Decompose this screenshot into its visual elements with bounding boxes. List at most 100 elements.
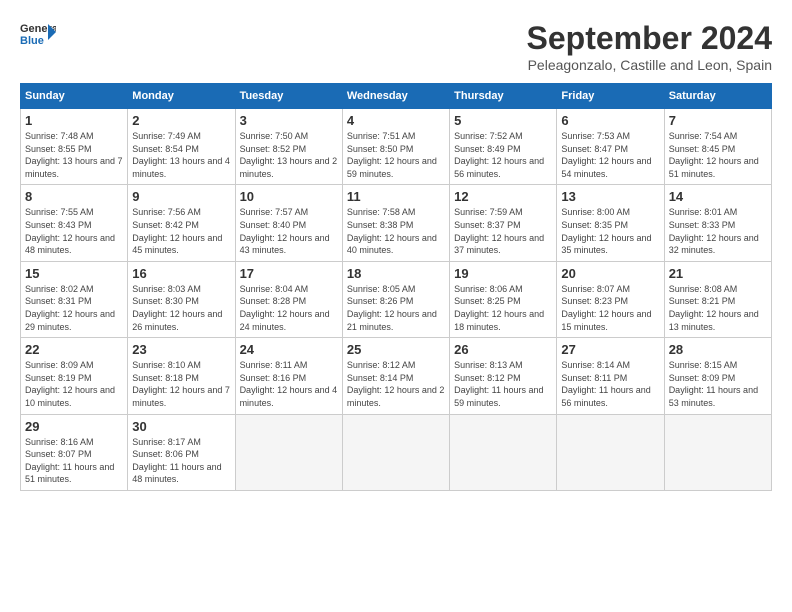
day-number: 8 [25,189,123,204]
calendar-cell: 2 Sunrise: 7:49 AMSunset: 8:54 PMDaylight… [128,109,235,185]
day-number: 10 [240,189,338,204]
calendar-cell: 22 Sunrise: 8:09 AMSunset: 8:19 PMDayligh… [21,338,128,414]
location: Peleagonzalo, Castille and Leon, Spain [527,57,772,73]
day-number: 19 [454,266,552,281]
day-header-saturday: Saturday [664,84,771,109]
svg-text:Blue: Blue [20,35,44,47]
day-info: Sunrise: 7:52 AMSunset: 8:49 PMDaylight:… [454,130,552,180]
day-info: Sunrise: 7:51 AMSunset: 8:50 PMDaylight:… [347,130,445,180]
calendar-cell: 15 Sunrise: 8:02 AMSunset: 8:31 PMDayligh… [21,261,128,337]
calendar-cell: 26 Sunrise: 8:13 AMSunset: 8:12 PMDayligh… [450,338,557,414]
calendar-cell: 21 Sunrise: 8:08 AMSunset: 8:21 PMDayligh… [664,261,771,337]
day-number: 13 [561,189,659,204]
day-header-friday: Friday [557,84,664,109]
calendar-week-3: 15 Sunrise: 8:02 AMSunset: 8:31 PMDayligh… [21,261,772,337]
day-info: Sunrise: 7:56 AMSunset: 8:42 PMDaylight:… [132,206,230,256]
calendar-cell: 23 Sunrise: 8:10 AMSunset: 8:18 PMDayligh… [128,338,235,414]
day-number: 5 [454,113,552,128]
calendar-cell [557,414,664,490]
calendar-cell: 7 Sunrise: 7:54 AMSunset: 8:45 PMDaylight… [664,109,771,185]
day-number: 3 [240,113,338,128]
day-info: Sunrise: 8:17 AMSunset: 8:06 PMDaylight:… [132,436,230,486]
day-number: 15 [25,266,123,281]
day-number: 6 [561,113,659,128]
day-info: Sunrise: 8:10 AMSunset: 8:18 PMDaylight:… [132,359,230,409]
calendar-header-row: SundayMondayTuesdayWednesdayThursdayFrid… [21,84,772,109]
calendar-cell [450,414,557,490]
day-number: 27 [561,342,659,357]
calendar-week-4: 22 Sunrise: 8:09 AMSunset: 8:19 PMDayligh… [21,338,772,414]
calendar-cell: 18 Sunrise: 8:05 AMSunset: 8:26 PMDayligh… [342,261,449,337]
day-info: Sunrise: 8:03 AMSunset: 8:30 PMDaylight:… [132,283,230,333]
day-info: Sunrise: 7:48 AMSunset: 8:55 PMDaylight:… [25,130,123,180]
day-info: Sunrise: 8:13 AMSunset: 8:12 PMDaylight:… [454,359,552,409]
day-number: 2 [132,113,230,128]
calendar-cell: 17 Sunrise: 8:04 AMSunset: 8:28 PMDayligh… [235,261,342,337]
calendar-cell: 29 Sunrise: 8:16 AMSunset: 8:07 PMDayligh… [21,414,128,490]
calendar-cell: 12Sunrise: 7:59 AMSunset: 8:37 PMDayligh… [450,185,557,261]
day-number: 30 [132,419,230,434]
day-info: Sunrise: 8:08 AMSunset: 8:21 PMDaylight:… [669,283,767,333]
day-info: Sunrise: 7:54 AMSunset: 8:45 PMDaylight:… [669,130,767,180]
day-number: 9 [132,189,230,204]
day-info: Sunrise: 7:59 AMSunset: 8:37 PMDaylight:… [454,206,552,256]
day-info: Sunrise: 7:53 AMSunset: 8:47 PMDaylight:… [561,130,659,180]
calendar-cell: 3Sunrise: 7:50 AMSunset: 8:52 PMDaylight… [235,109,342,185]
day-number: 16 [132,266,230,281]
logo-icon: General Blue [20,20,56,48]
day-header-sunday: Sunday [21,84,128,109]
calendar-table: SundayMondayTuesdayWednesdayThursdayFrid… [20,83,772,491]
calendar-cell: 24Sunrise: 8:11 AMSunset: 8:16 PMDayligh… [235,338,342,414]
calendar-cell: 14Sunrise: 8:01 AMSunset: 8:33 PMDayligh… [664,185,771,261]
day-number: 20 [561,266,659,281]
calendar-cell: 20 Sunrise: 8:07 AMSunset: 8:23 PMDayligh… [557,261,664,337]
calendar-week-2: 8 Sunrise: 7:55 AMSunset: 8:43 PMDaylight… [21,185,772,261]
calendar-cell: 8 Sunrise: 7:55 AMSunset: 8:43 PMDaylight… [21,185,128,261]
day-info: Sunrise: 7:55 AMSunset: 8:43 PMDaylight:… [25,206,123,256]
day-info: Sunrise: 8:06 AMSunset: 8:25 PMDaylight:… [454,283,552,333]
day-number: 4 [347,113,445,128]
day-info: Sunrise: 8:04 AMSunset: 8:28 PMDaylight:… [240,283,338,333]
day-info: Sunrise: 8:12 AMSunset: 8:14 PMDaylight:… [347,359,445,409]
day-number: 21 [669,266,767,281]
calendar-cell [235,414,342,490]
calendar-cell: 4 Sunrise: 7:51 AMSunset: 8:50 PMDaylight… [342,109,449,185]
page-header: General Blue September 2024 Peleagonzalo… [20,20,772,73]
day-number: 11 [347,189,445,204]
day-number: 18 [347,266,445,281]
day-info: Sunrise: 8:14 AMSunset: 8:11 PMDaylight:… [561,359,659,409]
calendar-cell: 25Sunrise: 8:12 AMSunset: 8:14 PMDayligh… [342,338,449,414]
day-info: Sunrise: 8:15 AMSunset: 8:09 PMDaylight:… [669,359,767,409]
day-number: 17 [240,266,338,281]
day-info: Sunrise: 8:11 AMSunset: 8:16 PMDaylight:… [240,359,338,409]
calendar-cell [342,414,449,490]
calendar-cell: 10 Sunrise: 7:57 AMSunset: 8:40 PMDayligh… [235,185,342,261]
month-title: September 2024 [527,20,772,57]
day-number: 1 [25,113,123,128]
day-number: 28 [669,342,767,357]
day-info: Sunrise: 8:05 AMSunset: 8:26 PMDaylight:… [347,283,445,333]
logo: General Blue [20,20,56,48]
day-header-tuesday: Tuesday [235,84,342,109]
day-info: Sunrise: 8:02 AMSunset: 8:31 PMDaylight:… [25,283,123,333]
day-number: 14 [669,189,767,204]
calendar-cell: 27 Sunrise: 8:14 AMSunset: 8:11 PMDayligh… [557,338,664,414]
calendar-cell [664,414,771,490]
day-info: Sunrise: 7:57 AMSunset: 8:40 PMDaylight:… [240,206,338,256]
calendar-cell: 16 Sunrise: 8:03 AMSunset: 8:30 PMDayligh… [128,261,235,337]
day-number: 23 [132,342,230,357]
day-info: Sunrise: 8:16 AMSunset: 8:07 PMDaylight:… [25,436,123,486]
day-number: 22 [25,342,123,357]
day-number: 29 [25,419,123,434]
day-header-monday: Monday [128,84,235,109]
calendar-week-5: 29 Sunrise: 8:16 AMSunset: 8:07 PMDayligh… [21,414,772,490]
calendar-cell: 30 Sunrise: 8:17 AMSunset: 8:06 PMDayligh… [128,414,235,490]
day-header-thursday: Thursday [450,84,557,109]
day-info: Sunrise: 7:49 AMSunset: 8:54 PMDaylight:… [132,130,230,180]
calendar-cell: 5 Sunrise: 7:52 AMSunset: 8:49 PMDaylight… [450,109,557,185]
day-number: 7 [669,113,767,128]
day-info: Sunrise: 8:07 AMSunset: 8:23 PMDaylight:… [561,283,659,333]
day-number: 26 [454,342,552,357]
calendar-week-1: 1 Sunrise: 7:48 AMSunset: 8:55 PMDaylight… [21,109,772,185]
day-info: Sunrise: 8:09 AMSunset: 8:19 PMDaylight:… [25,359,123,409]
